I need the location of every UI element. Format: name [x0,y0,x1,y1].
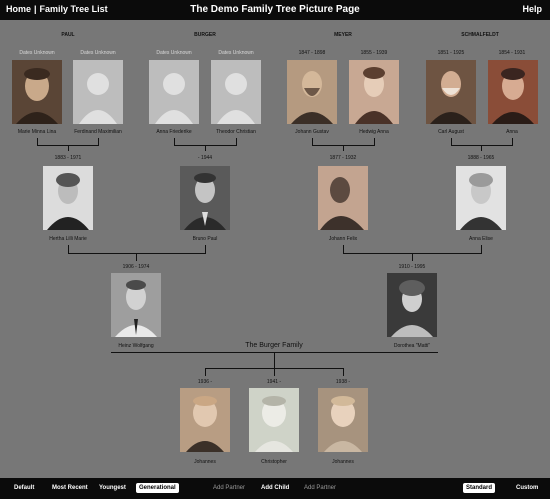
connector [412,253,413,261]
sort-generational-button[interactable]: Generational [136,483,179,493]
surname-paul: PAUL [61,32,75,38]
silhouette-placeholder-icon [149,60,199,124]
sort-youngest-button[interactable]: Youngest [99,483,126,493]
child1-dates: 1936 - [197,379,213,385]
surname-burger: BURGER [194,32,216,38]
help-link[interactable]: Help [522,4,542,14]
gp3-dates: Dates Unknown [156,50,192,56]
sort-default-button[interactable]: Default [14,483,34,493]
connector [343,368,344,376]
sepia-portrait-man-beard-icon [426,60,476,124]
surname-meyer: MEYER [334,32,352,38]
gp2-name[interactable]: Ferdinand Maximilian [74,129,122,135]
bw-child-photo-icon [249,388,299,452]
p3-dates: 1877 - 1932 [329,155,357,161]
bw-portrait-woman-curls-icon [387,273,437,337]
gp8-name[interactable]: Anna [506,129,518,135]
child1-name[interactable]: Johannes [194,459,216,465]
p4-name[interactable]: Anna Elise [469,236,493,242]
wife-photo[interactable] [387,273,437,337]
p1-name[interactable]: Hertha Lilli Marie [49,236,87,242]
gp6-photo[interactable] [349,60,399,124]
view-custom-button[interactable]: Custom [516,483,538,493]
p4-photo[interactable] [456,166,506,230]
gp1-dates: Dates Unknown [19,50,55,56]
p2-photo[interactable] [180,166,230,230]
sepia-portrait-woman-icon [349,60,399,124]
sepia-child-photo-icon [318,388,368,452]
family-name-label: The Burger Family [245,342,303,349]
gp8-photo[interactable] [488,60,538,124]
surname-schmalfeldt: SCHMALFELDT [461,32,499,38]
sepia-portrait-bearded-man-icon [287,60,337,124]
add-partner-button-left[interactable]: Add Partner [213,483,245,493]
husband-photo[interactable] [111,273,161,337]
p1-photo[interactable] [43,166,93,230]
page-title: The Demo Family Tree Picture Page [190,4,360,15]
connector [68,145,69,151]
bottom-toolbar: Default Most Recent Youngest Generationa… [0,478,550,499]
child2-name[interactable]: Christopher [261,459,287,465]
connector [205,145,206,151]
child3-photo[interactable] [318,388,368,452]
view-standard-button[interactable]: Standard [463,483,496,493]
p3-photo[interactable] [318,166,368,230]
child2-dates: 1941 - [266,379,282,385]
gp1-name[interactable]: Marie Minna Lina [18,129,56,135]
sepia-child-photo-icon [180,388,230,452]
bw-portrait-young-man-icon [111,273,161,337]
p3-name[interactable]: Johann Felix [329,236,357,242]
gp6-dates: 1855 - 1939 [360,50,388,56]
wife-dates: 1910 - 1995 [398,264,426,270]
gp4-dates: Dates Unknown [218,50,254,56]
husband-dates: 1906 - 1974 [122,264,150,270]
bw-portrait-elderly-woman-icon [456,166,506,230]
bw-portrait-woman-icon [43,166,93,230]
sepia-profile-man-icon [318,166,368,230]
connector [136,253,137,261]
p4-dates: 1888 - 1965 [467,155,495,161]
connector [205,368,206,376]
silhouette-placeholder-icon [73,60,123,124]
p2-dates: - 1944 [197,155,213,161]
p1-dates: 1883 - 1971 [54,155,82,161]
add-child-button[interactable]: Add Child [261,483,289,493]
gp5-photo[interactable] [287,60,337,124]
gp1-photo[interactable] [12,60,62,124]
gp8-dates: 1854 - 1931 [498,50,526,56]
sepia-portrait-elderly-woman-icon [12,60,62,124]
gp2-dates: Dates Unknown [80,50,116,56]
gp5-name[interactable]: Johann Gustav [295,129,329,135]
connector [481,145,482,151]
child1-photo[interactable] [180,388,230,452]
p2-name[interactable]: Bruno Paul [193,236,218,242]
gp4-photo[interactable] [211,60,261,124]
gp5-dates: 1847 - 1898 [298,50,326,56]
connector [68,253,206,254]
sepia-portrait-elderly-woman-icon [488,60,538,124]
child3-dates: 1938 - [335,379,351,385]
gp3-name[interactable]: Anna Friederike [156,129,191,135]
gp7-photo[interactable] [426,60,476,124]
gp6-name[interactable]: Hedwig Anna [359,129,388,135]
gp7-name[interactable]: Carl August [438,129,464,135]
top-bar: Home | Family Tree List The Demo Family Tr… [0,0,550,20]
sort-most-recent-button[interactable]: Most Recent [52,483,88,493]
connector [343,145,344,151]
wife-name[interactable]: Dorothea "Matti" [394,343,430,349]
gp7-dates: 1851 - 1925 [437,50,465,56]
connector [451,145,513,146]
gp4-name[interactable]: Theodor Christian [216,129,256,135]
connector [274,353,275,368]
add-partner-button-right[interactable]: Add Partner [304,483,336,493]
husband-name[interactable]: Heinz Wolfgang [118,343,153,349]
silhouette-placeholder-icon [211,60,261,124]
child3-name[interactable]: Johannes [332,459,354,465]
gp3-photo[interactable] [149,60,199,124]
child2-photo[interactable] [249,388,299,452]
gp2-photo[interactable] [73,60,123,124]
connector [274,368,275,376]
bw-portrait-man-icon [180,166,230,230]
